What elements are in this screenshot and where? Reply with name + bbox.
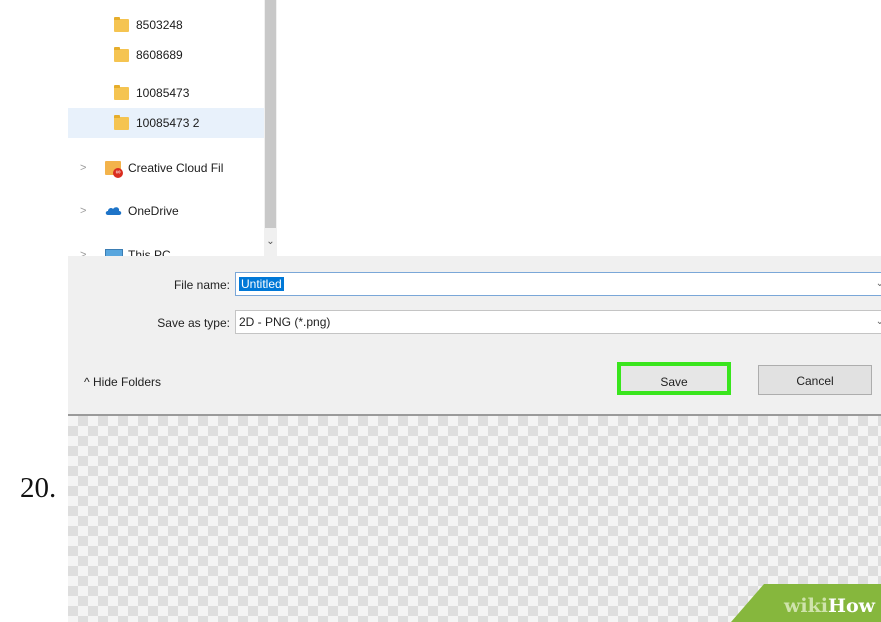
chevron-right-icon[interactable]: >: [80, 205, 86, 217]
chevron-down-icon[interactable]: ⌄: [265, 236, 276, 247]
folder-icon: [114, 16, 129, 32]
file-name-label: File name:: [173, 278, 230, 292]
save-type-label: Save as type:: [157, 316, 230, 330]
onedrive-icon: [105, 207, 122, 215]
hide-folders-label: Hide Folders: [92, 375, 162, 389]
wikihow-watermark: wikiHow: [784, 595, 875, 617]
nav-item-creative-cloud[interactable]: > ∞ Creative Cloud Fil: [68, 153, 264, 183]
cancel-button[interactable]: Cancel: [758, 365, 872, 395]
chevron-down-icon[interactable]: ⌄: [876, 273, 881, 295]
nav-item-label: 10085473 2: [136, 116, 200, 130]
nav-item-label: 8503248: [136, 18, 183, 32]
nav-item-label: OneDrive: [128, 204, 179, 218]
nav-item-label: Creative Cloud Fil: [128, 161, 224, 175]
save-type-select[interactable]: 2D - PNG (*.png) ⌄: [235, 310, 881, 334]
nav-item-label: 8608689: [136, 48, 183, 62]
save-button[interactable]: Save: [617, 362, 731, 395]
nav-item-10085473[interactable]: 10085473: [68, 78, 264, 108]
save-dialog-screenshot: 8503248 8608689 10085473 10085473 2 > ∞ …: [68, 0, 881, 622]
hide-folders-button[interactable]: ^ Hide Folders: [84, 375, 161, 389]
save-form: File name: Untitled ⌄ Save as type: 2D -…: [68, 256, 881, 416]
folder-icon: [114, 114, 129, 130]
step-number: 20.: [20, 472, 57, 504]
scroll-thumb[interactable]: [265, 0, 276, 228]
nav-item-8608689[interactable]: 8608689: [68, 40, 264, 70]
nav-scrollbar[interactable]: ⌄: [264, 0, 277, 256]
nav-item-onedrive[interactable]: > OneDrive: [68, 196, 264, 226]
chevron-down-icon[interactable]: ⌄: [876, 311, 881, 333]
folder-icon: [114, 46, 129, 62]
chevron-right-icon[interactable]: >: [80, 162, 86, 174]
file-name-input[interactable]: Untitled ⌄: [235, 272, 881, 296]
nav-item-label: 10085473: [136, 86, 190, 100]
folder-icon: [114, 84, 129, 100]
chevron-up-icon: ^: [84, 375, 90, 389]
file-name-value: Untitled: [239, 277, 284, 291]
nav-item-10085473-2[interactable]: 10085473 2: [68, 108, 264, 138]
navigation-pane: 8503248 8608689 10085473 10085473 2 > ∞ …: [68, 0, 264, 262]
save-type-value: 2D - PNG (*.png): [239, 315, 331, 329]
nav-item-8503248[interactable]: 8503248: [68, 10, 264, 40]
transparent-canvas: wikiHow: [68, 416, 881, 622]
creative-cloud-icon: ∞: [105, 161, 123, 178]
